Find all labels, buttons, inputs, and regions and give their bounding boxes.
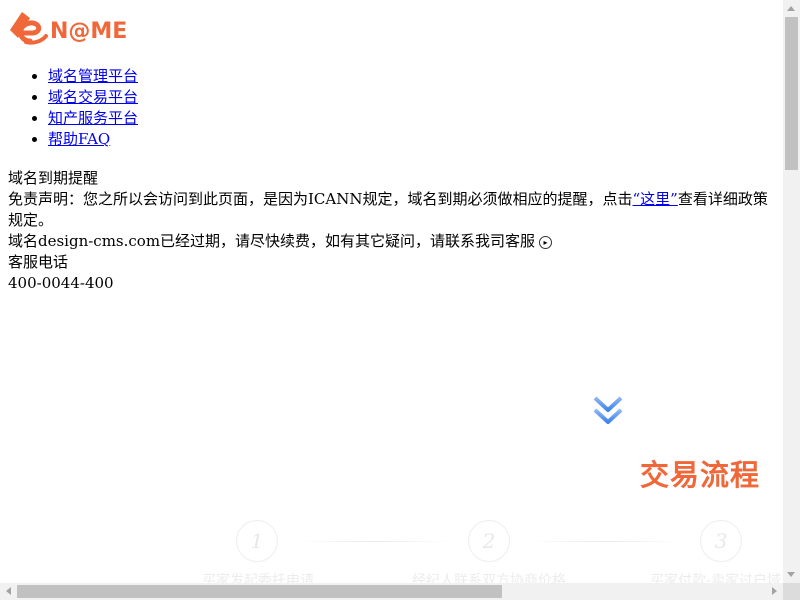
- brand-logo[interactable]: N@ME: [8, 8, 127, 48]
- notice-title: 域名到期提醒: [8, 169, 99, 187]
- double-chevron-down-icon: [593, 396, 623, 424]
- service-label: 客服电话: [8, 253, 69, 271]
- scroll-right-icon[interactable]: [772, 587, 777, 595]
- step-3-label: 买家付款-卖家过户域: [650, 573, 782, 583]
- disclaimer-text: 免责声明：您之所以会访问到此页面，是因为ICANN规定，域名到期必须做相应的提醒…: [8, 189, 778, 231]
- vertical-scrollbar[interactable]: [783, 0, 800, 583]
- service-phone: 400-0044-400: [8, 274, 114, 292]
- step-divider-1: [300, 541, 450, 542]
- circle-arrow-right-icon[interactable]: ▸: [539, 236, 553, 249]
- expired-message-row: 域名design-cms.com已经过期，请尽快续费，如有其它疑问，请联系我司客…: [8, 231, 778, 252]
- nav-item-help-faq: 帮助FAQ: [48, 129, 138, 150]
- logo-mark-icon: [10, 12, 48, 45]
- nav-item-ip-services: 知产服务平台: [48, 108, 138, 129]
- scroll-down-icon[interactable]: [787, 572, 795, 577]
- step-3-number: 3: [700, 520, 742, 562]
- step-divider-2: [530, 541, 680, 542]
- nav-item-domain-trading: 域名交易平台: [48, 87, 138, 108]
- step-1-label: 买家发起委托申请: [202, 573, 314, 583]
- nav-item-domain-management: 域名管理平台: [48, 66, 138, 87]
- policy-link[interactable]: “这里”: [633, 190, 678, 208]
- scroll-up-icon[interactable]: [787, 6, 795, 11]
- main-nav: 域名管理平台 域名交易平台 知产服务平台 帮助FAQ: [8, 66, 138, 150]
- page-viewport: N@ME 域名管理平台 域名交易平台 知产服务平台 帮助FAQ 域名到期提醒 免…: [0, 0, 783, 583]
- scroll-left-icon[interactable]: [6, 587, 11, 595]
- logo-text: N@ME: [50, 18, 128, 44]
- nav-link-ip-services[interactable]: 知产服务平台: [48, 109, 138, 127]
- step-2-label: 经纪人联系双方协商价格: [412, 573, 566, 583]
- step-1-number: 1: [236, 520, 278, 562]
- horizontal-scrollbar[interactable]: [0, 583, 783, 600]
- nav-link-domain-trading[interactable]: 域名交易平台: [48, 88, 138, 106]
- vertical-scroll-thumb[interactable]: [785, 17, 798, 170]
- nav-link-domain-management[interactable]: 域名管理平台: [48, 67, 138, 85]
- expired-message: 域名design-cms.com已经过期，请尽快续费，如有其它疑问，请联系我司客…: [8, 232, 536, 250]
- process-title: 交易流程: [640, 458, 761, 492]
- expiry-notice: 域名到期提醒 免责声明：您之所以会访问到此页面，是因为ICANN规定，域名到期必…: [8, 168, 778, 294]
- scrollbar-corner: [783, 583, 800, 600]
- step-2-number: 2: [468, 520, 510, 562]
- disclaimer-prefix: 免责声明：您之所以会访问到此页面，是因为ICANN规定，域名到期必须做相应的提醒…: [8, 190, 633, 208]
- horizontal-scroll-thumb[interactable]: [17, 585, 502, 598]
- nav-link-help-faq[interactable]: 帮助FAQ: [48, 130, 110, 148]
